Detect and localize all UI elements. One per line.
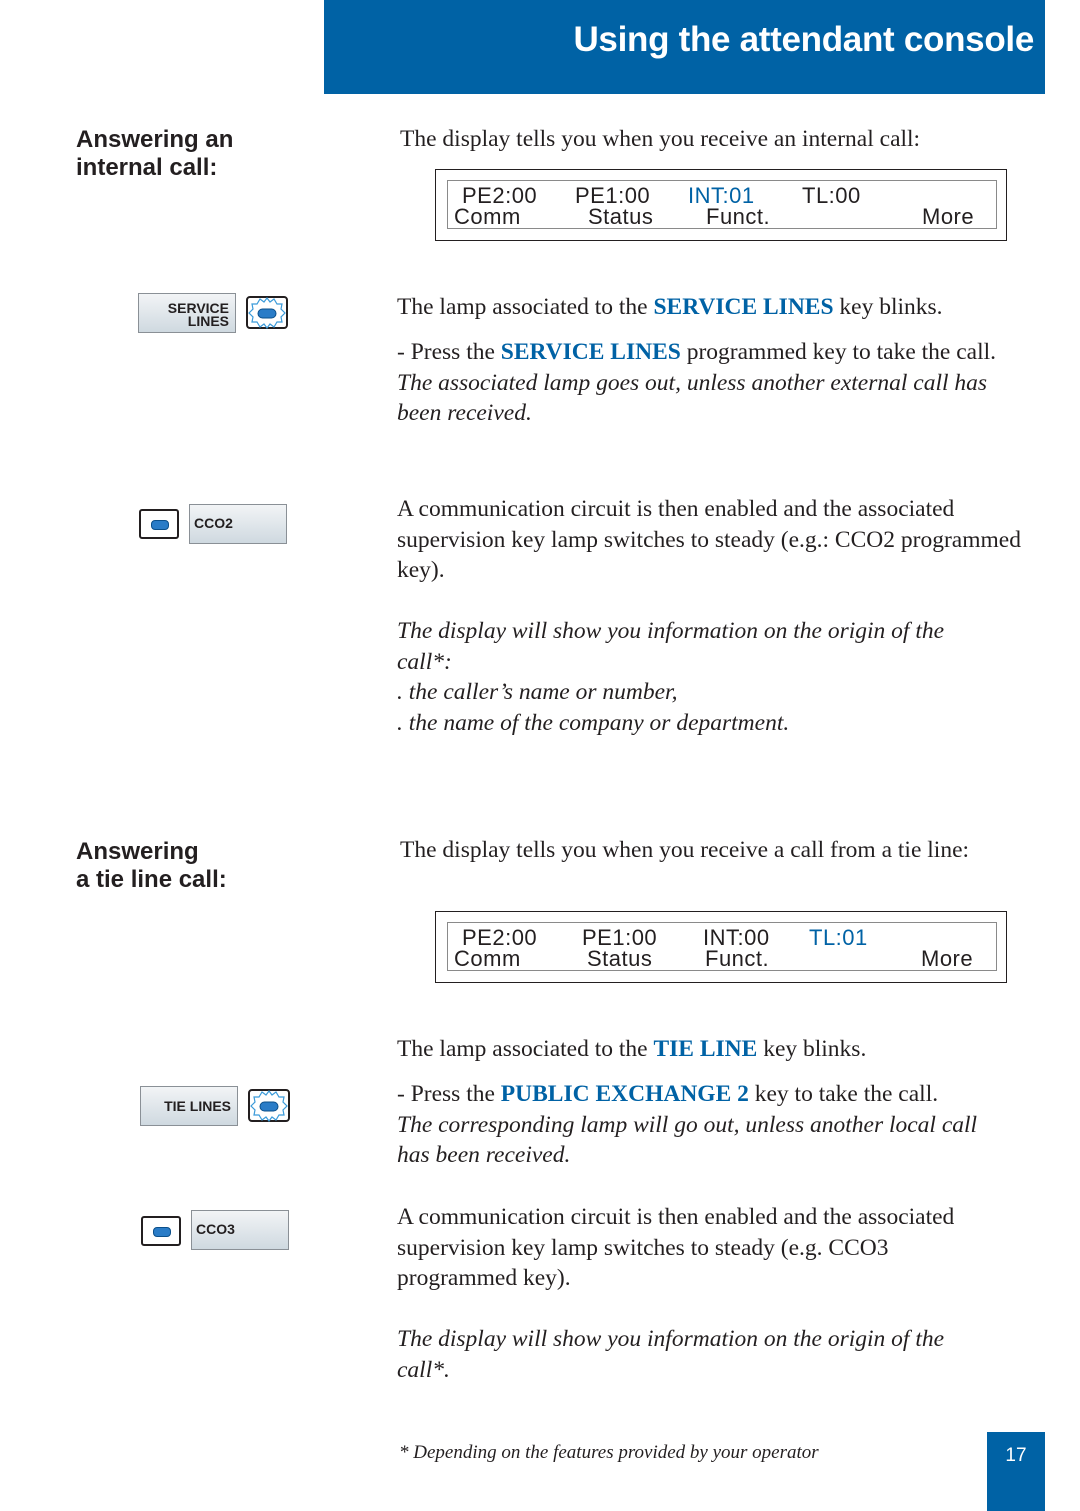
service-lines-key[interactable]: SERVICE LINES: [138, 293, 236, 333]
paragraph-line: programmed key).: [397, 1265, 571, 1291]
key-label: LINES: [187, 313, 229, 329]
blinking-lamp-icon: [246, 296, 288, 329]
header-bar: Using the attendant console: [324, 0, 1045, 94]
text-fragment: key blinks.: [833, 294, 943, 320]
key-name-highlight: TIE LINE: [653, 1036, 758, 1062]
blinking-lamp-icon: [248, 1089, 290, 1122]
paragraph-line: supervision key lamp switches to steady …: [397, 1234, 889, 1261]
press-service-lines-text: - Press the SERVICE LINES programmed key…: [397, 337, 996, 429]
footnote: * Depending on the features provided by …: [399, 1442, 819, 1463]
lamp-indicator: [151, 520, 169, 530]
softkey-more[interactable]: More: [921, 948, 973, 970]
lcd-display-tie: PE2:00 PE1:00 INT:00 TL:01 Comm Status F…: [435, 911, 1007, 983]
heading-line: Answering an: [76, 126, 234, 153]
steady-lamp-icon: [141, 1216, 181, 1246]
paragraph-line: call*.: [397, 1356, 450, 1383]
softkey-status[interactable]: Status: [587, 948, 652, 970]
text-fragment: - Press the: [397, 1081, 501, 1107]
heading-line: Answering: [76, 838, 199, 865]
key-name-highlight: SERVICE LINES: [500, 339, 681, 365]
paragraph-line: A communication circuit is then enabled …: [397, 1204, 955, 1230]
paragraph-line: call*:: [397, 648, 452, 675]
result-line: been received.: [397, 400, 532, 426]
lcd-screen: PE2:00 PE1:00 INT:01 TL:00 Comm Status F…: [447, 180, 997, 229]
softkey-comm[interactable]: Comm: [454, 206, 521, 228]
result-line: The corresponding lamp will go out, unle…: [397, 1111, 978, 1138]
press-public-exchange-text: - Press the PUBLIC EXCHANGE 2 key to tak…: [397, 1079, 977, 1171]
circuit-enabled-text: A communication circuit is then enabled …: [397, 494, 1021, 586]
internal-intro-text: The display tells you when you receive a…: [400, 126, 921, 152]
section-heading-internal-call: Answering an internal call:: [76, 126, 233, 182]
paragraph-line: supervision key lamp switches to steady …: [397, 526, 1021, 553]
lamp-indicator: [153, 1227, 171, 1237]
key-name-highlight: PUBLIC EXCHANGE 2: [500, 1081, 749, 1107]
cco2-key[interactable]: CCO2: [189, 504, 287, 544]
heading-line: internal call:: [76, 154, 218, 181]
softkey-funct[interactable]: Funct.: [706, 206, 770, 228]
cco3-key[interactable]: CCO3: [191, 1210, 289, 1250]
softkey-status[interactable]: Status: [588, 206, 653, 228]
service-lines-lamp-text: The lamp associated to the SERVICE LINES…: [397, 292, 943, 323]
circuit-enabled-text: A communication circuit is then enabled …: [397, 1202, 954, 1294]
steady-lamp-icon: [139, 509, 179, 539]
page-number-box: 17: [987, 1432, 1045, 1511]
page-number: 17: [1005, 1445, 1027, 1466]
display-counter-tl: TL:01: [809, 925, 868, 950]
list-item: . the name of the company or department.: [397, 709, 790, 736]
origin-info-text: The display will show you information on…: [397, 616, 944, 738]
tie-intro-text: The display tells you when you receive a…: [400, 837, 970, 863]
text-fragment: The lamp associated to the: [397, 294, 654, 320]
result-line: has been received.: [397, 1142, 571, 1168]
paragraph-line: The display will show you information on…: [397, 1326, 945, 1352]
text-fragment: key to take the call.: [748, 1081, 939, 1107]
paragraph-line: The display will show you information on…: [397, 618, 945, 644]
key-label: TIE LINES: [164, 1098, 231, 1114]
text-fragment: The lamp associated to the: [397, 1036, 654, 1062]
tie-lines-key[interactable]: TIE LINES: [140, 1086, 238, 1126]
lcd-display-internal: PE2:00 PE1:00 INT:01 TL:00 Comm Status F…: [435, 169, 1007, 241]
softkey-funct[interactable]: Funct.: [705, 948, 769, 970]
softkey-more[interactable]: More: [922, 206, 974, 228]
paragraph-line: key).: [397, 557, 445, 583]
key-label: CCO2: [194, 515, 233, 531]
heading-line: a tie line call:: [76, 866, 227, 893]
display-counter-tl: TL:00: [802, 183, 861, 208]
text-fragment: programmed key to take the call.: [680, 339, 997, 365]
paragraph-line: A communication circuit is then enabled …: [397, 496, 955, 522]
section-heading-tie-line-call: Answering a tie line call:: [76, 838, 227, 894]
origin-info-text: The display will show you information on…: [397, 1324, 944, 1385]
page-title: Using the attendant console: [573, 20, 1034, 59]
softkey-comm[interactable]: Comm: [454, 948, 521, 970]
list-item: . the caller’s name or number,: [397, 679, 678, 705]
key-label: CCO3: [196, 1221, 235, 1237]
tie-line-lamp-text: The lamp associated to the TIE LINE key …: [397, 1034, 866, 1065]
key-name-highlight: SERVICE LINES: [653, 294, 834, 320]
text-fragment: - Press the: [397, 339, 501, 365]
text-fragment: key blinks.: [757, 1036, 867, 1062]
lcd-screen: PE2:00 PE1:00 INT:00 TL:01 Comm Status F…: [447, 922, 997, 971]
result-line: The associated lamp goes out, unless ano…: [397, 369, 988, 396]
